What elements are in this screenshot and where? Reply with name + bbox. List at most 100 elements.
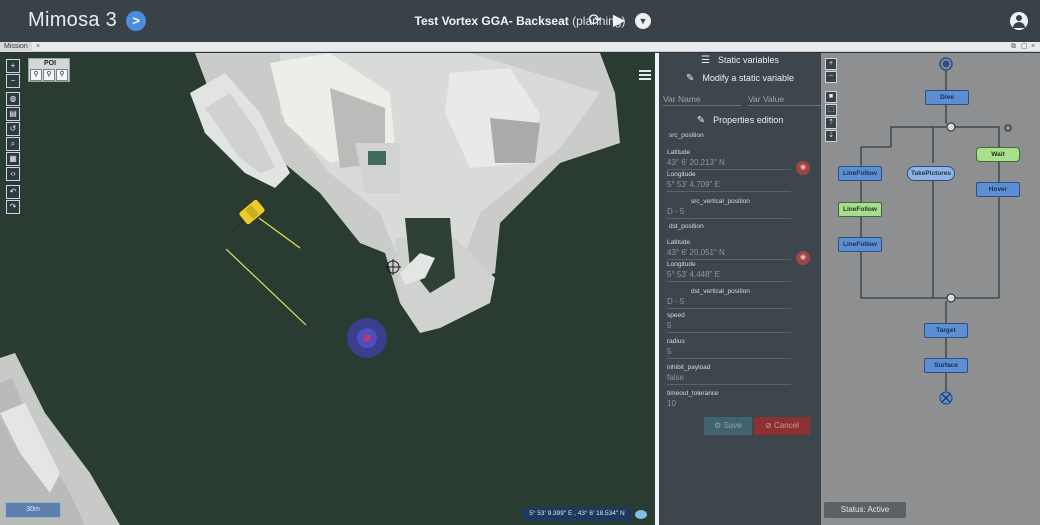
dst-vertical-position-label: dst_vertical_position — [691, 288, 750, 295]
inhibit-payload-label: inhibit_payload — [667, 364, 711, 371]
node-dive[interactable]: Dive — [925, 90, 969, 105]
node-linefollow[interactable]: LineFollow — [838, 166, 882, 181]
src-vertical-position-label: src_vertical_position — [691, 198, 750, 205]
node-linefollow[interactable]: LineFollow — [838, 202, 882, 217]
app-header: Mimosa 3 > Test Vortex GGA- Backseat (pl… — [0, 0, 1040, 42]
poi-label: POI — [43, 60, 57, 67]
pencil-icon: ✎ — [696, 115, 706, 126]
dst-pick-location-icon[interactable]: ◉ — [796, 251, 810, 265]
field-underline — [667, 281, 791, 282]
pencil-icon: ✎ — [686, 73, 695, 84]
zoom-out-icon[interactable]: − — [825, 71, 837, 83]
node-linefollow[interactable]: LineFollow — [838, 237, 882, 252]
src-latitude-label: Latitude — [667, 149, 691, 156]
tab-mission[interactable]: Mission — [0, 42, 32, 52]
src-longitude-field[interactable]: 5° 53' 4.709" E — [667, 180, 720, 189]
select-icon[interactable]: ⬚ — [825, 104, 837, 116]
dst-latitude-field[interactable]: 43° 6' 20.051" N — [667, 248, 725, 257]
map-view[interactable]: + − ◍ ▤ ↺ ⌕ ▦ ‹› ↶ ↷ POI ⚲ ⚲ ⚲ 30m 5° 53… — [0, 53, 655, 525]
rotate-icon[interactable]: ↺ — [6, 122, 20, 136]
src-vertical-field[interactable]: D - 5 — [667, 207, 684, 216]
satellite-imagery — [0, 53, 655, 525]
field-underline — [667, 332, 791, 333]
dst-vertical-field[interactable]: D - 5 — [667, 297, 684, 306]
node-target[interactable]: Target — [924, 323, 968, 338]
graph-toolbar: + − ■ ⬚ ⇡ ⇣ — [825, 58, 837, 143]
code-icon[interactable]: ‹› — [6, 167, 20, 181]
field-underline — [667, 191, 791, 192]
field-underline — [667, 358, 791, 359]
tab-close-icon[interactable]: × — [36, 42, 40, 52]
field-underline — [667, 308, 791, 309]
var-value-input[interactable]: Var Value — [748, 94, 826, 106]
src-latitude-field[interactable]: 43° 6' 20.213" N — [667, 158, 725, 167]
account-icon[interactable] — [1010, 12, 1028, 30]
dropdown-icon[interactable]: ▼ — [633, 11, 653, 31]
mission-graph-panel[interactable]: + − ■ ⬚ ⇡ ⇣ Dive LineFollow TakePictures… — [821, 53, 1040, 525]
sync-icon[interactable]: ⟳ — [585, 11, 605, 31]
graph-edges — [860, 57, 1012, 405]
poi-pin-icon[interactable]: ⚲ — [43, 69, 55, 81]
timeout-tolerance-label: timeout_tolerance — [667, 390, 719, 397]
tab-bar: Mission × ⧉ ▢ × — [0, 42, 1040, 52]
grid-icon[interactable]: ▦ — [6, 152, 20, 166]
dst-longitude-label: Longitude — [667, 261, 696, 268]
app-title: Mimosa 3 — [28, 9, 118, 31]
properties-panel: ☰ Static variables ✎ Modify a static varia… — [659, 53, 826, 525]
map-toolbar: + − ◍ ▤ ↺ ⌕ ▦ ‹› ↶ ↷ — [6, 59, 20, 215]
zoom-out-icon[interactable]: − — [6, 74, 20, 88]
src-longitude-label: Longitude — [667, 171, 696, 178]
poi-toolbox: POI ⚲ ⚲ ⚲ — [28, 58, 70, 82]
gear-icon: ⚙ — [714, 421, 724, 430]
src-position-label: src_position — [669, 132, 704, 139]
radius-label: radius — [667, 338, 685, 345]
print-icon[interactable]: ▤ — [6, 107, 20, 121]
maximize-icon[interactable]: ▢ — [1021, 42, 1028, 52]
zoom-in-icon[interactable]: + — [6, 59, 20, 73]
cursor-coordinates: 5° 53' 9.399" E , 43° 6' 18.534" N — [522, 507, 632, 521]
scale-bar: 30m — [5, 502, 61, 518]
field-underline — [667, 169, 791, 170]
undo-icon[interactable]: ↶ — [6, 185, 20, 199]
timeout-tolerance-field[interactable]: 10 — [667, 399, 676, 408]
poi-pin-icon[interactable]: ⚲ — [30, 69, 42, 81]
speed-label: speed — [667, 312, 685, 319]
close-panel-icon[interactable]: × — [1031, 42, 1035, 52]
redo-icon[interactable]: ↷ — [6, 200, 20, 214]
globe-icon[interactable]: ◍ — [6, 92, 20, 106]
popout-icon[interactable]: ⧉ — [1011, 42, 1016, 52]
dst-position-label: dst_position — [669, 223, 704, 230]
search-icon[interactable]: ⌕ — [6, 137, 20, 151]
static-variables-header[interactable]: ☰ Static variables — [659, 55, 821, 66]
inhibit-payload-field[interactable]: false — [667, 373, 684, 382]
zoom-in-icon[interactable]: + — [825, 58, 837, 70]
layers-icon[interactable] — [635, 510, 647, 519]
field-underline — [667, 384, 791, 385]
expand-nav-button[interactable]: > — [126, 11, 146, 31]
src-pick-location-icon[interactable]: ◉ — [796, 161, 810, 175]
dst-longitude-field[interactable]: 5° 53' 4.448" E — [667, 270, 720, 279]
cancel-icon: ⊘ — [765, 421, 775, 430]
field-underline — [667, 259, 791, 260]
node-takepictures[interactable]: TakePictures — [907, 166, 955, 181]
upload-icon[interactable]: ⇡ — [825, 117, 837, 129]
list-icon: ☰ — [701, 55, 710, 66]
status-badge: Status: Active — [824, 502, 906, 518]
node-wait[interactable]: Wait — [976, 147, 1020, 162]
node-hover[interactable]: Hover — [976, 182, 1020, 197]
delete-icon[interactable]: ■ — [825, 91, 837, 103]
save-button[interactable]: ⚙ Save — [704, 417, 752, 435]
hamburger-menu-icon[interactable] — [639, 70, 651, 80]
poi-pin-icon[interactable]: ⚲ — [56, 69, 68, 81]
play-icon[interactable]: ▶ — [609, 11, 629, 31]
speed-field[interactable]: 5 — [667, 321, 671, 330]
dst-latitude-label: Latitude — [667, 239, 691, 246]
mission-title: Test Vortex GGA- Backseat (planning) — [0, 14, 1040, 28]
download-icon[interactable]: ⇣ — [825, 130, 837, 142]
mission-name: Test Vortex GGA- Backseat — [414, 14, 569, 28]
cancel-button[interactable]: ⊘ Cancel — [754, 417, 810, 435]
node-surface[interactable]: Surface — [924, 358, 968, 373]
modify-variable-header[interactable]: ✎ Modify a static variable — [659, 73, 821, 84]
radius-field[interactable]: 5 — [667, 347, 671, 356]
var-name-input[interactable]: Var Name — [663, 94, 741, 106]
